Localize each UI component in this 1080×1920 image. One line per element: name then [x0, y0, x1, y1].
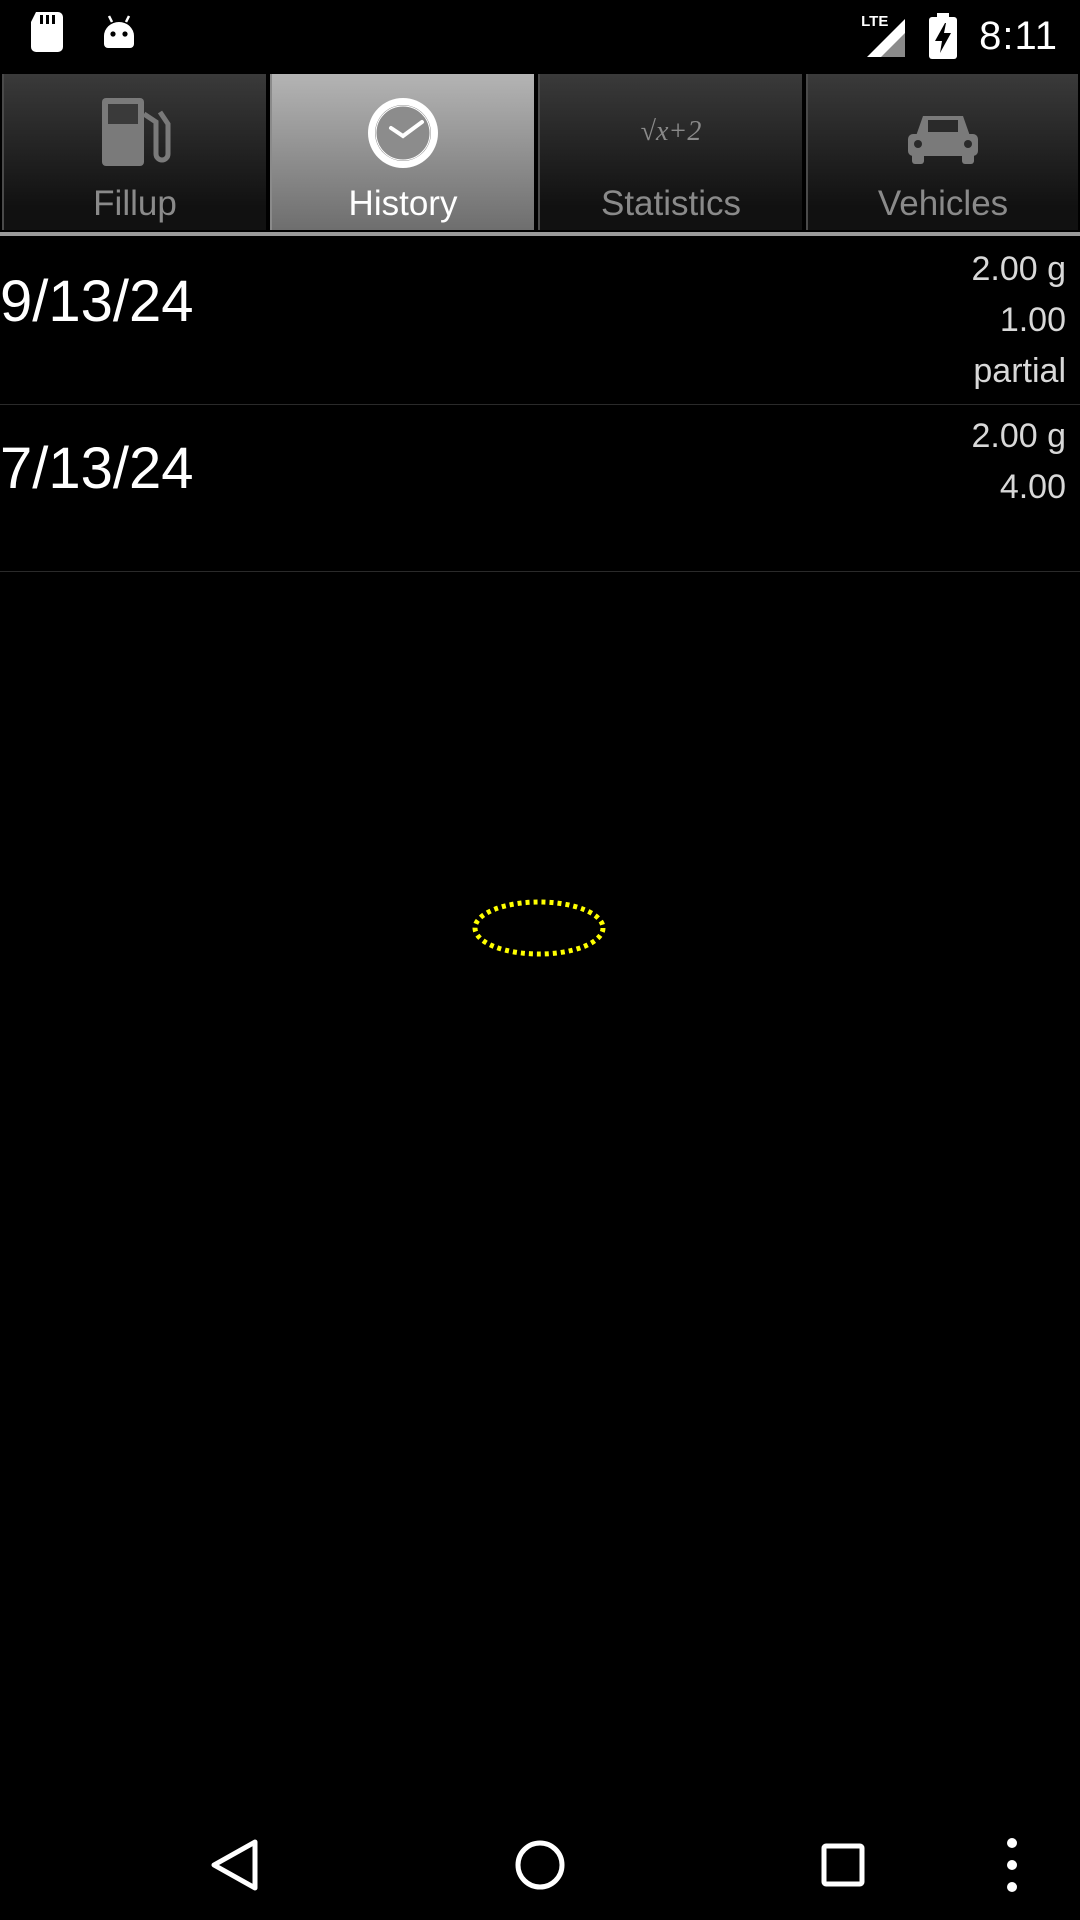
fillup-date: 9/13/24: [0, 269, 194, 334]
tab-bar: Fillup History √x+2 Statistics Vehicles: [0, 72, 1080, 236]
fillup-note: partial: [973, 352, 1066, 390]
battery-charging-icon: [929, 13, 958, 59]
fillup-date: 7/13/24: [0, 436, 194, 501]
car-icon: [908, 116, 978, 164]
fillup-price: 1.00: [999, 301, 1066, 339]
fillup-amount: 2.00 g: [971, 250, 1066, 288]
tab-history[interactable]: History: [270, 74, 534, 230]
tab-divider: [0, 232, 1080, 236]
history-row[interactable]: 7/13/24 2.00 g 4.00: [0, 405, 1080, 572]
navigation-bar: [0, 1800, 1080, 1920]
history-row[interactable]: 9/13/24 2.00 g 1.00 partial: [0, 238, 1080, 405]
tab-label: History: [348, 184, 458, 223]
recents-icon[interactable]: [808, 1830, 878, 1900]
fillup-price: 4.00: [999, 468, 1066, 506]
home-icon[interactable]: [505, 1830, 575, 1900]
history-list: 9/13/24 2.00 g 1.00 partial 7/13/24 2.00…: [0, 238, 1080, 572]
android-icon: [104, 15, 134, 48]
tab-fillup[interactable]: Fillup: [2, 74, 266, 230]
tab-label: Vehicles: [877, 184, 1009, 223]
back-icon[interactable]: [200, 1830, 270, 1900]
tab-statistics[interactable]: √x+2 Statistics: [538, 74, 802, 230]
clock-time: 8:11: [979, 13, 1058, 58]
overflow-menu-icon[interactable]: [992, 1830, 1032, 1900]
tab-vehicles[interactable]: Vehicles: [806, 74, 1078, 230]
sd-card-icon: [31, 12, 63, 52]
fillup-amount: 2.00 g: [971, 417, 1066, 455]
lte-signal-icon: LTE: [861, 13, 907, 59]
clock-icon: [368, 98, 438, 168]
tab-label: Statistics: [600, 184, 742, 223]
status-bar: LTE 8:11: [0, 0, 1080, 72]
tab-label: Fillup: [93, 184, 177, 223]
loading-spinner: [472, 899, 606, 957]
sqrt-formula-icon: √x+2: [641, 116, 702, 147]
formula-text: √x+2: [641, 116, 702, 147]
fuel-pump-icon: [102, 98, 171, 166]
